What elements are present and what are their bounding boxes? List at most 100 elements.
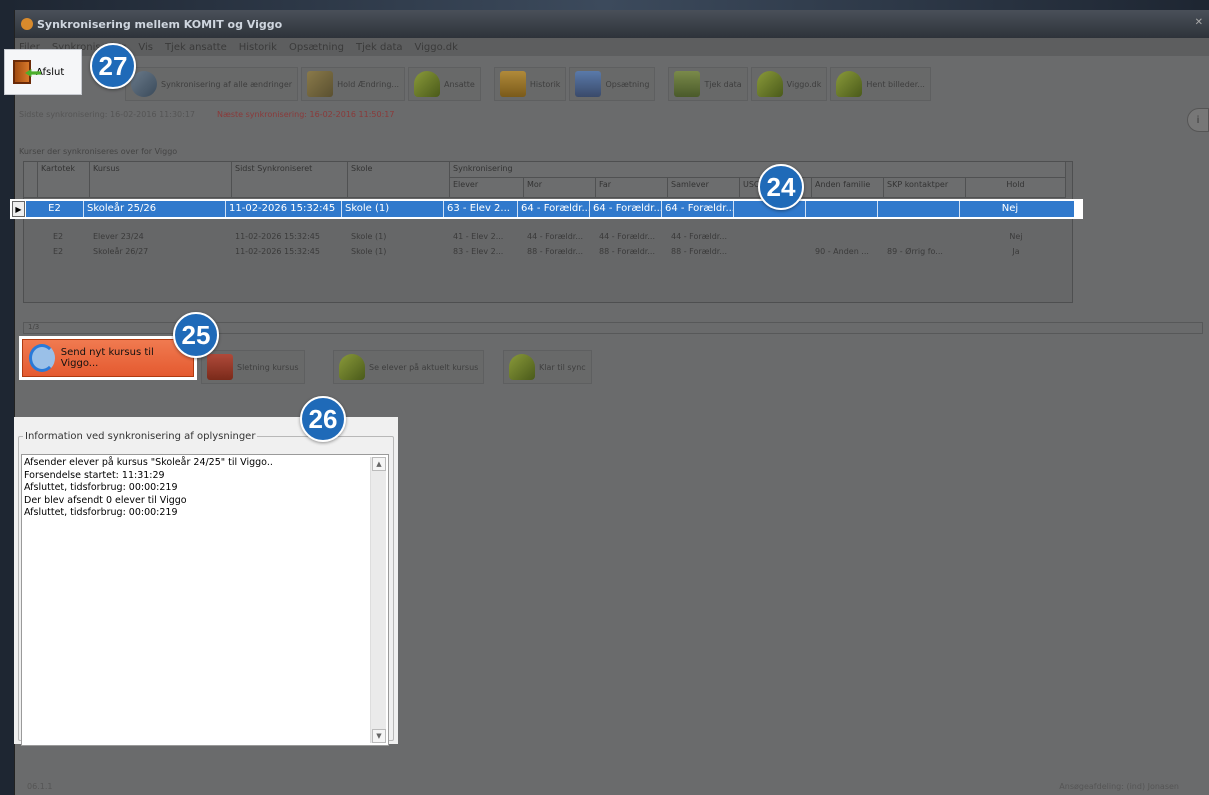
col-skole[interactable]: Skole xyxy=(348,162,450,198)
menu-opsaetning[interactable]: Opsætning xyxy=(289,42,344,53)
delete-icon xyxy=(207,354,233,380)
cell-anden-familie: 90 - Anden ... xyxy=(815,247,869,256)
sync-info-group: Information ved synkronisering af oplysn… xyxy=(18,431,394,746)
col-anden-familie[interactable]: Anden familie xyxy=(812,178,884,198)
scroll-up-icon[interactable]: ▲ xyxy=(372,457,386,471)
col-skp[interactable]: SKP kontaktper xyxy=(884,178,966,198)
row-header-corner xyxy=(24,162,38,198)
info-icon[interactable]: i xyxy=(1187,108,1209,132)
cell-far: 64 - Forældr... xyxy=(590,201,662,217)
table-row[interactable]: E2 Elever 23/24 11-02-2026 15:32:45 Skol… xyxy=(24,231,1066,246)
row-pointer-icon: ▶ xyxy=(12,201,25,217)
col-samlever[interactable]: Samlever xyxy=(668,178,740,198)
fetch-images-button[interactable]: Hent billeder... xyxy=(830,67,931,101)
department-text: Ansøgeafdeling: (ind) Jonasen xyxy=(1059,782,1179,791)
hold-change-button[interactable]: Hold Ændring... xyxy=(301,67,406,101)
cell-sidst: 11-02-2026 15:32:45 xyxy=(235,247,320,256)
menu-tjek-ansatte[interactable]: Tjek ansatte xyxy=(165,42,227,53)
cell-kursus: Skoleår 25/26 xyxy=(84,201,226,217)
ready-sync-button[interactable]: Klar til sync xyxy=(503,350,592,384)
cell-samlever: 44 - Forældr... xyxy=(671,232,727,241)
last-sync-text: Sidste synkronisering: 16-02-2016 11:30:… xyxy=(19,110,196,119)
menu-historik[interactable]: Historik xyxy=(239,42,277,53)
grid-header: Kartotek Kursus Sidst Synkroniseret Skol… xyxy=(24,162,1072,198)
cell-elever: 63 - Elev 2... xyxy=(444,201,518,217)
col-kartotek[interactable]: Kartotek xyxy=(38,162,90,198)
menu-vis[interactable]: Vis xyxy=(138,42,153,53)
cell-kartotek: E2 xyxy=(53,232,64,241)
send-course-button[interactable]: Send nyt kursus til Viggo... xyxy=(19,336,197,380)
check-data-button[interactable]: Tjek data xyxy=(668,67,748,101)
callout-badge-25: 25 xyxy=(173,312,219,358)
delete-course-button[interactable]: Sletning kursus xyxy=(201,350,305,384)
cell-hold: Nej xyxy=(1001,203,1019,214)
fetch-images-label: Hent billeder... xyxy=(866,79,925,89)
key-icon xyxy=(307,71,334,97)
image-user-icon xyxy=(836,71,863,97)
cell-skole: Skole (1) xyxy=(351,247,387,256)
col-elever[interactable]: Elever xyxy=(450,178,524,198)
close-icon[interactable]: ✕ xyxy=(1195,17,1203,28)
delete-course-label: Sletning kursus xyxy=(237,362,299,372)
cell-far: 44 - Forældr... xyxy=(599,232,655,241)
sync-icon xyxy=(131,71,157,97)
ready-sync-label: Klar til sync xyxy=(539,362,586,372)
hold-change-label: Hold Ændring... xyxy=(337,79,400,89)
log-line: Der blev afsendt 0 elever til Viggo xyxy=(24,494,187,506)
col-sidst[interactable]: Sidst Synkroniseret xyxy=(232,162,348,198)
title-bar: Synkronisering mellem KOMIT og Viggo ✕ xyxy=(15,10,1209,38)
view-students-label: Se elever på aktuelt kursus xyxy=(369,362,479,372)
folder-icon xyxy=(499,71,526,97)
cell-kursus: Skoleår 26/27 xyxy=(93,247,149,256)
cell-mor: 64 - Forældr... xyxy=(518,201,590,217)
log-scrollbar[interactable]: ▲ ▼ xyxy=(370,457,386,743)
sync-all-button[interactable]: Synkronisering af alle ændringer xyxy=(125,67,299,101)
cell-kartotek: E2 xyxy=(53,247,64,256)
col-mor[interactable]: Mor xyxy=(524,178,596,198)
status-bar: 06.1.1 Ansøgeafdeling: (ind) Jonasen xyxy=(15,782,1209,795)
log-line: Afsluttet, tidsforbrug: 00:00:219 xyxy=(24,482,178,493)
log-line: Afsender elever på kursus "Skoleår 24/25… xyxy=(24,457,273,468)
table-row[interactable]: E2 Skoleår 26/27 11-02-2026 15:32:45 Sko… xyxy=(24,246,1066,261)
log-line: Forsendelse startet: 11:31:29 xyxy=(24,469,165,481)
settings-label: Opsætning xyxy=(605,79,650,89)
menu-tjek-data[interactable]: Tjek data xyxy=(356,42,403,53)
sync-info-legend: Information ved synkronisering af oplysn… xyxy=(25,431,256,442)
cell-skp xyxy=(878,201,960,217)
cell-hold: Ja xyxy=(1012,247,1020,256)
sync-log-textarea[interactable]: Afsender elever på kursus "Skoleår 24/25… xyxy=(21,454,389,746)
cell-anden-familie xyxy=(806,201,878,217)
col-kursus[interactable]: Kursus xyxy=(90,162,232,198)
version-text: 06.1.1 xyxy=(27,782,53,791)
scroll-down-icon[interactable]: ▼ xyxy=(372,729,386,743)
cell-kartotek: E2 xyxy=(26,201,84,217)
settings-icon xyxy=(575,71,602,97)
check-data-label: Tjek data xyxy=(704,79,742,89)
settings-button[interactable]: Opsætning xyxy=(569,67,656,101)
students-icon xyxy=(339,354,365,380)
cell-skole: Skole (1) xyxy=(351,232,387,241)
col-far[interactable]: Far xyxy=(596,178,668,198)
send-course-label: Send nyt kursus til Viggo... xyxy=(60,347,154,369)
exit-door-icon xyxy=(13,60,41,84)
cell-far: 88 - Forældr... xyxy=(599,247,655,256)
cell-kursus: Elever 23/24 xyxy=(93,232,144,241)
employees-icon xyxy=(414,71,441,97)
viggo-dk-button[interactable]: Viggo.dk xyxy=(750,67,828,101)
ready-sync-icon xyxy=(509,354,535,380)
exit-button[interactable]: Afslut xyxy=(4,49,82,95)
history-button[interactable]: Historik xyxy=(493,67,567,101)
sync-all-label: Synkronisering af alle ændringer xyxy=(161,79,293,89)
sync-info-panel: Information ved synkronisering af oplysn… xyxy=(14,417,398,746)
selected-table-row[interactable]: ▶ E2 Skoleår 25/26 11-02-2026 15:32:45 S… xyxy=(10,199,1083,219)
employees-button[interactable]: Ansatte xyxy=(408,67,481,101)
col-hold[interactable]: Hold xyxy=(966,178,1066,198)
cell-samlever: 64 - Forældr... xyxy=(662,201,734,217)
menu-viggo-dk[interactable]: Viggo.dk xyxy=(415,42,458,53)
view-students-button[interactable]: Se elever på aktuelt kursus xyxy=(333,350,485,384)
cell-samlever: 88 - Forældr... xyxy=(671,247,727,256)
send-sync-icon xyxy=(29,344,55,372)
menu-bar: Filer Synkronisering Vis Tjek ansatte Hi… xyxy=(15,38,1209,56)
next-sync-text: Næste synkronisering: 16-02-2016 11:50:1… xyxy=(217,110,395,119)
toolbar: Synkronisering af alle ændringer Hold Æn… xyxy=(15,58,1209,110)
